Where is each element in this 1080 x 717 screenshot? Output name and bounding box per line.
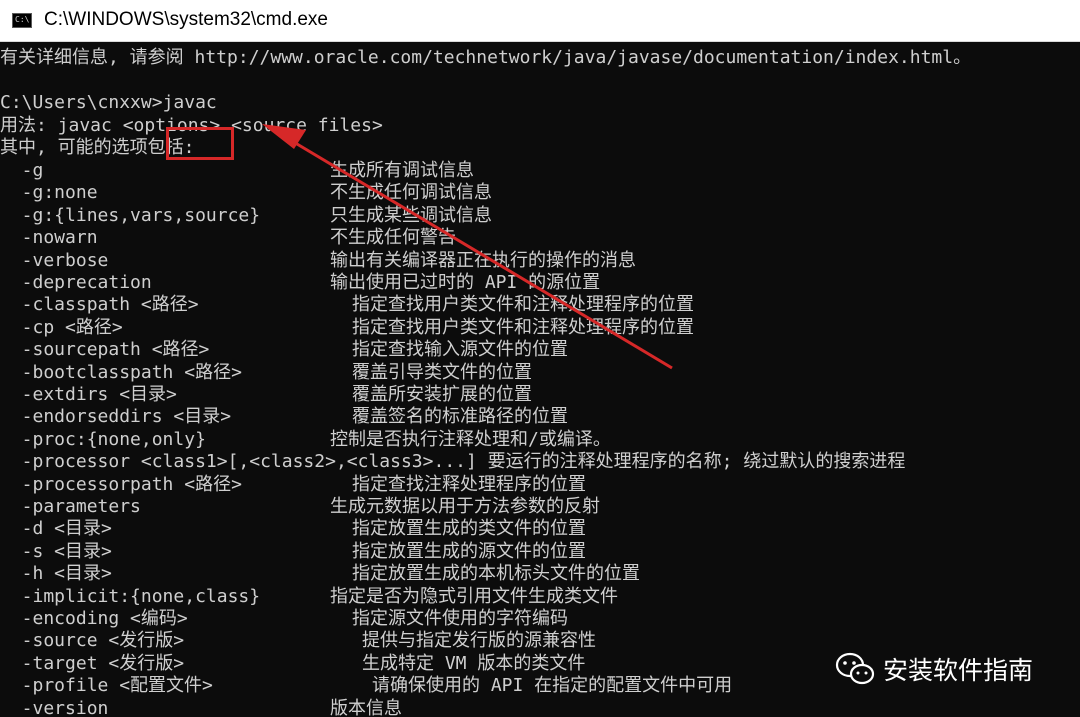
watermark-text: 安装软件指南 xyxy=(883,656,1034,685)
watermark: 安装软件指南 xyxy=(835,646,1033,692)
wechat-icon xyxy=(835,652,875,685)
title-bar: C:\ C:\WINDOWS\system32\cmd.exe xyxy=(0,0,1080,42)
window-title: C:\WINDOWS\system32\cmd.exe xyxy=(44,9,328,30)
annotation-arrow-icon xyxy=(262,124,673,370)
cmd-app-icon[interactable]: C:\ xyxy=(12,13,32,28)
console-output[interactable]: 有关详细信息, 请参阅 http://www.oracle.com/techne… xyxy=(0,42,1080,717)
